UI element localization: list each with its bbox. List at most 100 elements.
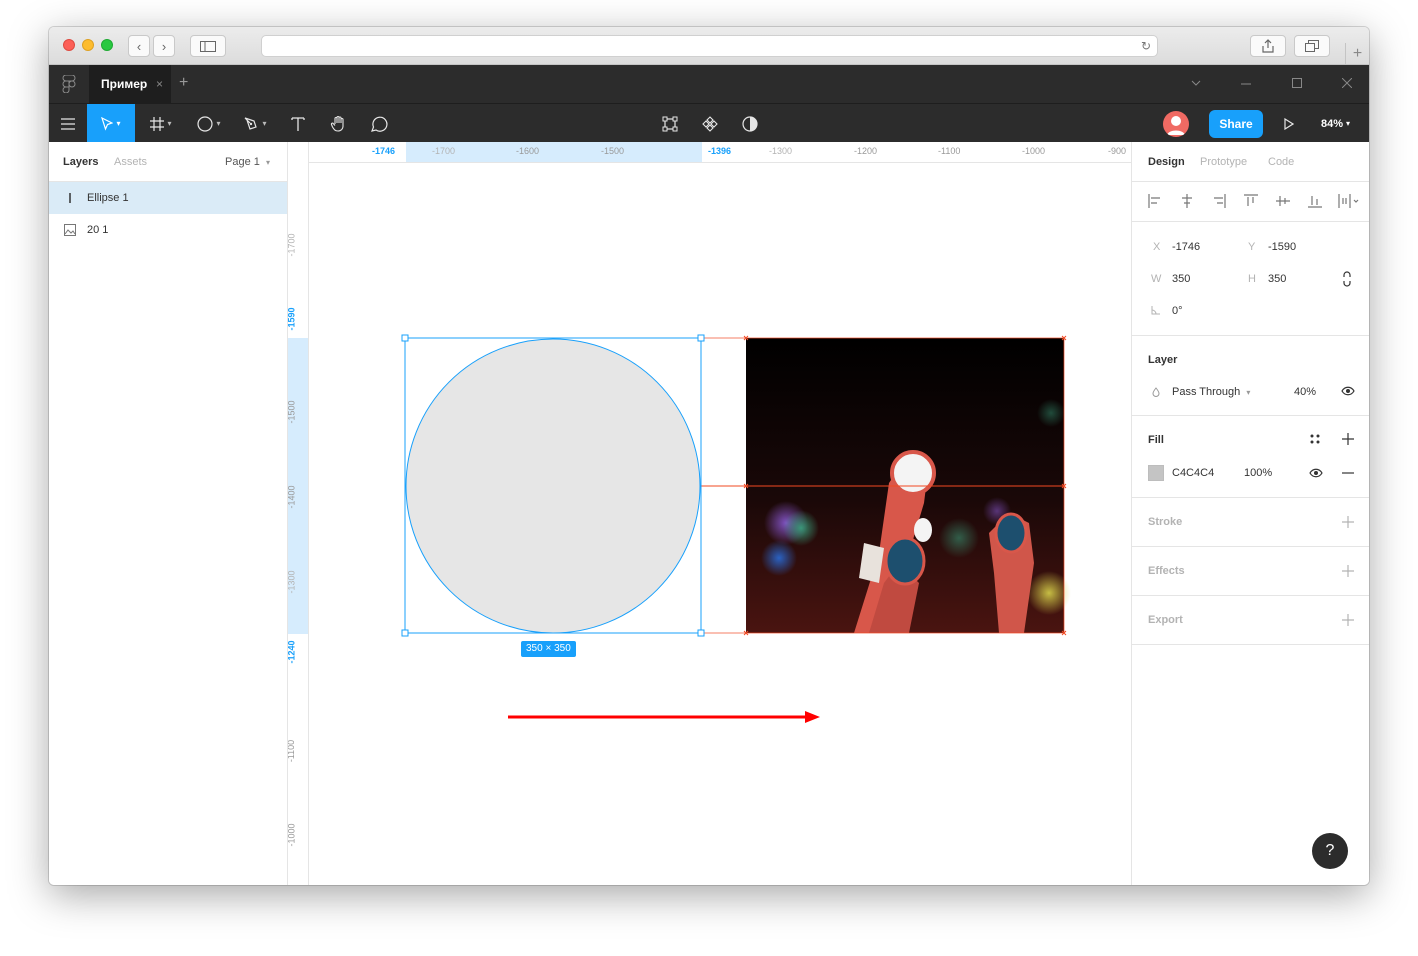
tabs-icon bbox=[1305, 40, 1319, 52]
ruler-label: -900 bbox=[1108, 146, 1127, 156]
avatar[interactable] bbox=[1163, 111, 1189, 137]
zoom-window-button[interactable] bbox=[101, 39, 113, 51]
minimize-window-button[interactable] bbox=[82, 39, 94, 51]
ellipse-shape[interactable] bbox=[405, 338, 701, 634]
cursor-icon bbox=[101, 116, 114, 131]
tab-layers[interactable]: Layers bbox=[63, 156, 98, 168]
height-field[interactable]: 350 bbox=[1268, 273, 1286, 285]
hamburger-icon bbox=[61, 117, 75, 130]
add-stroke-icon[interactable] bbox=[1342, 516, 1354, 528]
align-left-icon[interactable] bbox=[1148, 194, 1162, 208]
add-export-icon[interactable] bbox=[1342, 614, 1354, 626]
layer-row-ellipse[interactable]: Ellipse 1 bbox=[49, 182, 287, 214]
pen-tool-button[interactable]: ▾ bbox=[235, 104, 275, 143]
close-window-button[interactable] bbox=[63, 39, 75, 51]
eye-icon[interactable] bbox=[1341, 386, 1355, 396]
close-icon[interactable] bbox=[1342, 78, 1352, 88]
frame-tool-button[interactable]: ▾ bbox=[141, 104, 181, 143]
hand-icon bbox=[330, 115, 344, 132]
align-center-vertical-icon[interactable] bbox=[1276, 194, 1290, 208]
resize-handle[interactable] bbox=[401, 629, 409, 637]
tab-assets[interactable]: Assets bbox=[114, 156, 147, 168]
file-tab[interactable]: Пример × bbox=[89, 65, 171, 103]
close-tab-icon[interactable]: × bbox=[156, 77, 163, 91]
w-label: W bbox=[1151, 273, 1162, 285]
tabs-overview-button[interactable] bbox=[1294, 35, 1330, 57]
properties-panel: Design Prototype Code X -1746 Y -1590 W … bbox=[1131, 142, 1369, 885]
fill-opacity-field[interactable]: 100% bbox=[1244, 467, 1272, 479]
sidebar-toggle-button[interactable] bbox=[190, 35, 226, 57]
tab-code[interactable]: Code bbox=[1268, 156, 1294, 168]
back-button[interactable]: ‹ bbox=[128, 35, 150, 57]
ruler-label: -1700 bbox=[288, 233, 297, 257]
help-button[interactable]: ? bbox=[1312, 833, 1348, 869]
component-icon bbox=[702, 115, 718, 132]
reload-icon[interactable]: ↻ bbox=[1141, 39, 1151, 53]
resize-handle[interactable] bbox=[697, 629, 705, 637]
frame-icon bbox=[150, 116, 165, 131]
zoom-dropdown[interactable]: 84% ▾ bbox=[1321, 104, 1350, 143]
maximize-icon[interactable] bbox=[1292, 78, 1302, 88]
constrain-proportions-icon[interactable] bbox=[1342, 271, 1352, 287]
blend-mode-icon bbox=[1152, 387, 1160, 397]
tab-design[interactable]: Design bbox=[1148, 156, 1185, 168]
y-field[interactable]: -1590 bbox=[1268, 241, 1296, 253]
move-tool-button[interactable]: ▾ bbox=[87, 104, 135, 143]
address-bar[interactable]: ↻ bbox=[261, 35, 1158, 57]
figma-logo-icon[interactable] bbox=[61, 75, 77, 93]
new-tab-button[interactable]: + bbox=[1345, 43, 1369, 65]
ruler-label: -1590 bbox=[288, 307, 297, 331]
layer-label: Ellipse 1 bbox=[87, 192, 129, 204]
canvas[interactable]: 350 × 350 bbox=[309, 163, 1131, 885]
fill-hex-field[interactable]: C4C4C4 bbox=[1172, 467, 1214, 479]
layer-section: Layer Pass Through ▾ 40% bbox=[1132, 336, 1369, 416]
text-tool-button[interactable] bbox=[285, 104, 311, 143]
share-button[interactable]: Share bbox=[1209, 110, 1263, 138]
ruler-label: -1746 bbox=[372, 146, 396, 156]
share-page-button[interactable] bbox=[1250, 35, 1286, 57]
page-selector[interactable]: Page 1 ▾ bbox=[225, 156, 270, 168]
shape-tool-button[interactable]: ▾ bbox=[189, 104, 229, 143]
main-menu-button[interactable] bbox=[49, 104, 87, 143]
present-button[interactable] bbox=[1277, 104, 1301, 143]
add-fill-icon[interactable] bbox=[1342, 433, 1354, 445]
align-top-icon[interactable] bbox=[1244, 194, 1258, 208]
resize-handle[interactable] bbox=[401, 334, 409, 342]
comment-tool-button[interactable] bbox=[365, 104, 393, 143]
tab-prototype[interactable]: Prototype bbox=[1200, 156, 1247, 168]
styles-grid-icon[interactable] bbox=[1310, 434, 1320, 444]
layer-row-image[interactable]: 20 1 bbox=[49, 214, 287, 246]
hand-tool-button[interactable] bbox=[325, 104, 353, 143]
add-tab-icon[interactable]: + bbox=[179, 74, 188, 92]
align-center-horizontal-icon[interactable] bbox=[1180, 194, 1194, 208]
layer-opacity-field[interactable]: 40% bbox=[1294, 386, 1316, 398]
forward-button[interactable]: › bbox=[153, 35, 175, 57]
width-field[interactable]: 350 bbox=[1172, 273, 1190, 285]
transform-button[interactable] bbox=[657, 104, 683, 143]
image-layer-icon bbox=[64, 224, 76, 236]
distribute-icon[interactable] bbox=[1338, 194, 1360, 208]
minimize-icon[interactable] bbox=[1241, 83, 1251, 85]
ruler-label: -1100 bbox=[938, 146, 961, 156]
ruler-label: -1500 bbox=[288, 400, 297, 424]
component-button[interactable] bbox=[697, 104, 723, 143]
blend-mode-dropdown[interactable]: Pass Through ▾ bbox=[1172, 386, 1250, 398]
align-bottom-icon[interactable] bbox=[1308, 194, 1322, 208]
fill-color-swatch[interactable] bbox=[1148, 465, 1164, 481]
add-effect-icon[interactable] bbox=[1342, 565, 1354, 577]
ruler-label: -1100 bbox=[288, 739, 297, 763]
x-field[interactable]: -1746 bbox=[1172, 241, 1200, 253]
align-right-icon[interactable] bbox=[1212, 194, 1226, 208]
resize-handle[interactable] bbox=[697, 334, 705, 342]
chevron-down-icon[interactable] bbox=[1191, 80, 1201, 86]
eye-icon[interactable] bbox=[1309, 468, 1323, 478]
size-badge: 350 × 350 bbox=[521, 641, 576, 657]
transform-icon bbox=[662, 116, 678, 131]
page-label: Page 1 bbox=[225, 156, 260, 168]
sidebar-icon bbox=[200, 40, 216, 52]
ruler-label: -1240 bbox=[288, 640, 297, 664]
effects-section: Effects bbox=[1132, 547, 1369, 596]
mask-button[interactable] bbox=[737, 104, 763, 143]
remove-fill-icon[interactable] bbox=[1342, 472, 1354, 474]
rotation-field[interactable]: 0° bbox=[1172, 305, 1183, 317]
